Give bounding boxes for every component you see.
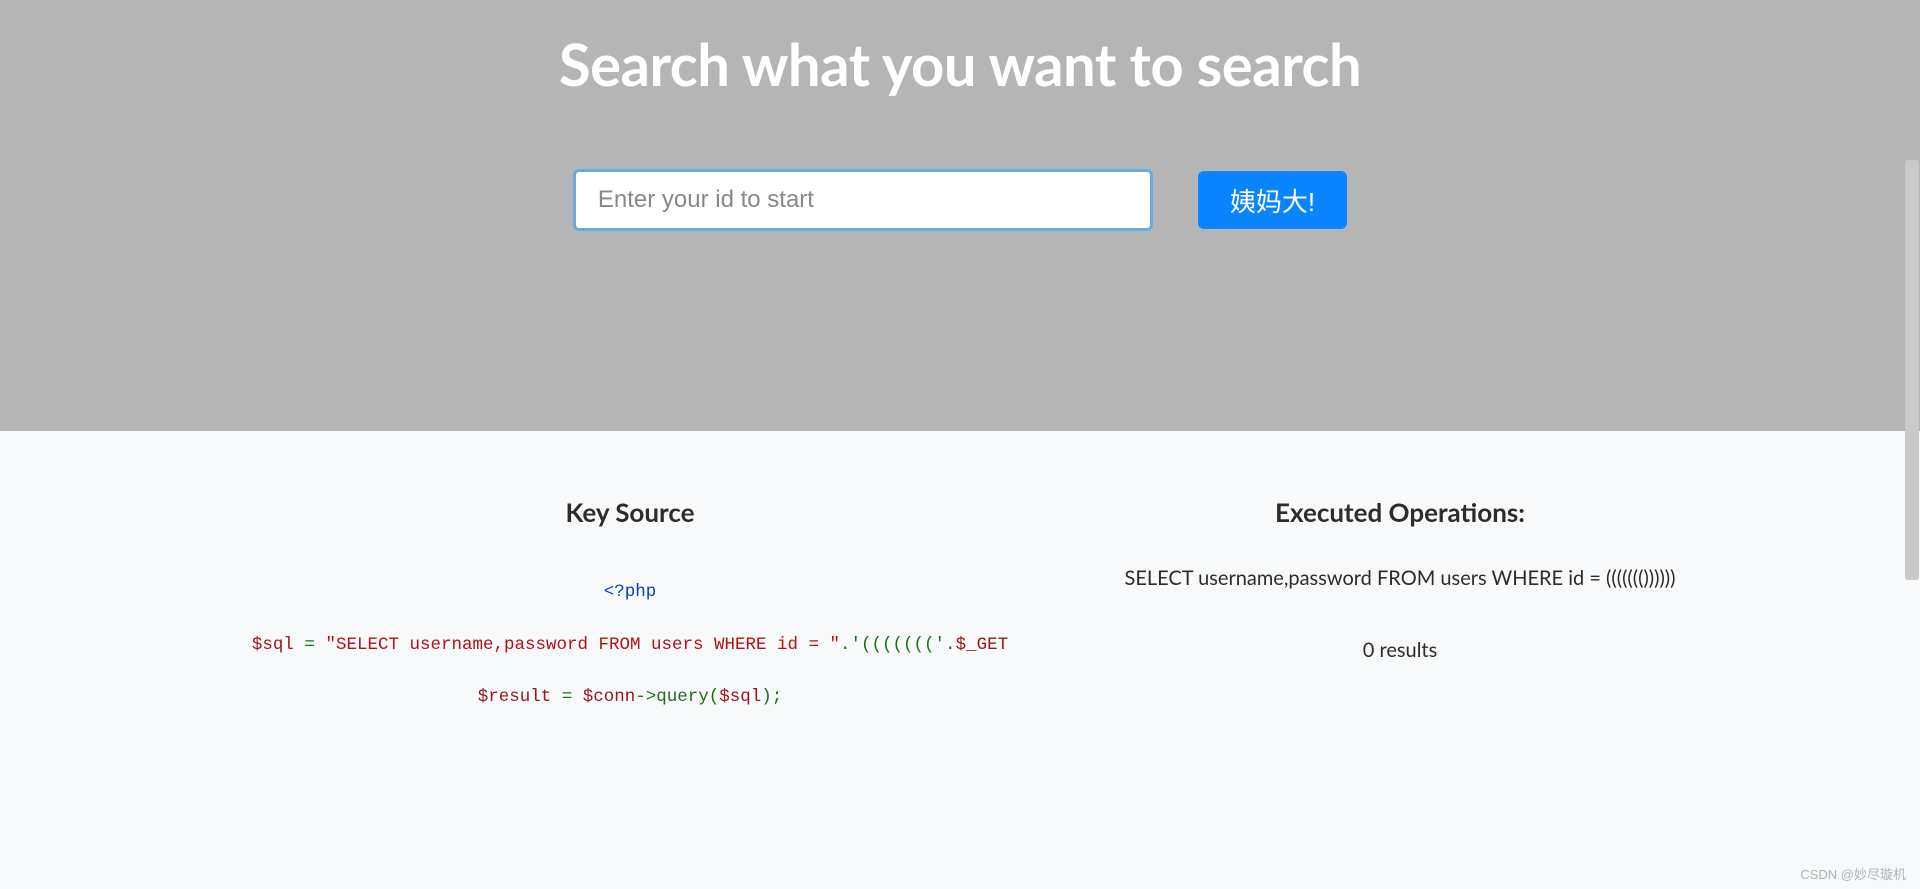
php-assign-op: = bbox=[294, 635, 326, 655]
php-assign-op: = bbox=[551, 687, 583, 707]
php-var-conn: $conn bbox=[583, 687, 636, 707]
php-var-sql: $sql bbox=[252, 635, 294, 655]
search-row: 姨妈大! bbox=[0, 169, 1920, 231]
submit-button[interactable]: 姨妈大! bbox=[1198, 171, 1347, 229]
executed-query-text: SELECT username,password FROM users WHER… bbox=[1120, 566, 1680, 590]
scrollbar-thumb[interactable] bbox=[1905, 160, 1919, 580]
code-line-1: <?php bbox=[240, 566, 1020, 619]
search-input[interactable] bbox=[573, 169, 1153, 231]
php-paren-open: ( bbox=[709, 687, 720, 707]
php-open-tag: <?php bbox=[604, 582, 657, 602]
executed-operations-panel: Executed Operations: SELECT username,pas… bbox=[1120, 496, 1680, 724]
key-source-panel: Key Source <?php $sql = "SELECT username… bbox=[240, 496, 1020, 724]
php-concat: .'((((((('. bbox=[840, 635, 956, 655]
lower-section: Key Source <?php $sql = "SELECT username… bbox=[0, 431, 1920, 764]
code-line-2: $sql = "SELECT username,password FROM us… bbox=[240, 619, 1020, 672]
scrollbar-track[interactable] bbox=[1904, 0, 1920, 889]
php-var-result: $result bbox=[478, 687, 552, 707]
watermark: CSDN @妙尽璇机 bbox=[1800, 864, 1906, 883]
php-func-query: query bbox=[656, 687, 709, 707]
key-source-title: Key Source bbox=[240, 496, 1020, 528]
php-arrow-op: -> bbox=[635, 687, 656, 707]
page-title: Search what you want to search bbox=[0, 30, 1920, 99]
source-code-block: <?php $sql = "SELECT username,password F… bbox=[240, 566, 1020, 724]
executed-operations-title: Executed Operations: bbox=[1120, 496, 1680, 528]
results-count: 0 results bbox=[1120, 638, 1680, 662]
code-line-3: $result = $conn->query($sql); bbox=[240, 671, 1020, 724]
php-string-literal: "SELECT username,password FROM users WHE… bbox=[325, 635, 840, 655]
php-arg-sql: $sql bbox=[719, 687, 761, 707]
hero-section: Search what you want to search 姨妈大! bbox=[0, 0, 1920, 431]
php-var-get: $_GET bbox=[956, 635, 1009, 655]
php-paren-close: ); bbox=[761, 687, 782, 707]
